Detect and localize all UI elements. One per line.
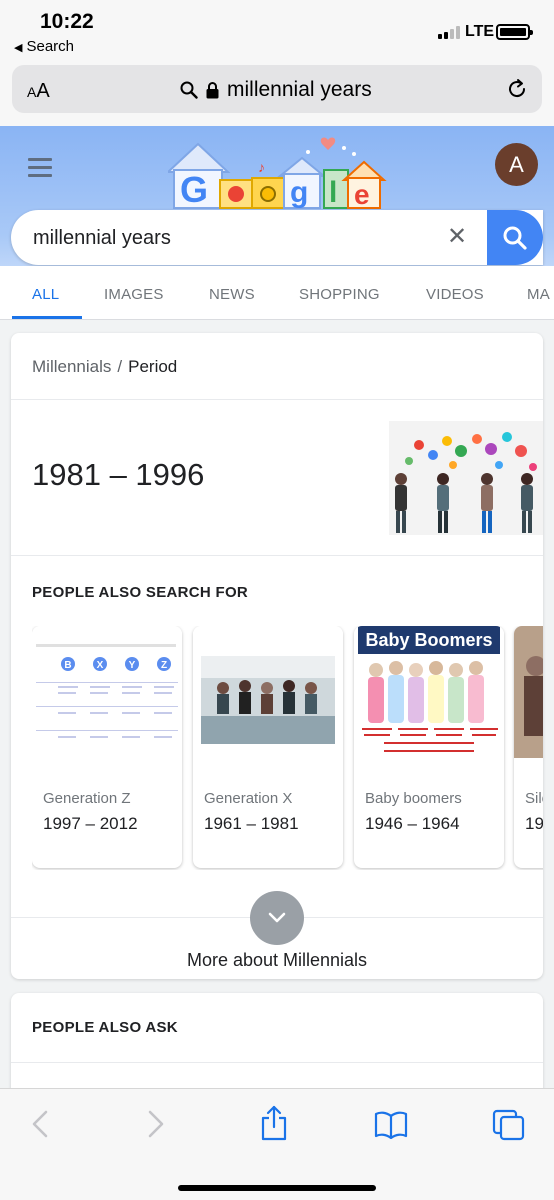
knowledge-card: Millennials / Period 1981 – 1996 PEOPLE AL… <box>11 333 543 979</box>
back-to-search-link[interactable]: ◀ Search <box>14 38 74 55</box>
back-icon[interactable] <box>30 1109 50 1144</box>
divider <box>11 555 543 556</box>
silent-generation-photo <box>514 626 543 758</box>
generation-x-photo <box>193 626 343 758</box>
genz-letter-b: B <box>64 660 71 671</box>
related-years: 192 <box>525 814 543 833</box>
breadcrumb: Millennials / Period <box>32 357 177 377</box>
search-icon <box>180 81 198 99</box>
forward-icon[interactable] <box>146 1109 166 1144</box>
breadcrumb-current: Period <box>128 357 178 376</box>
related-label: Baby boomers <box>365 790 462 807</box>
divider <box>11 1062 543 1063</box>
divider <box>11 399 543 400</box>
tab-maps[interactable]: MA <box>527 286 550 303</box>
related-card-silent-generation[interactable]: Silen 192 <box>514 626 543 868</box>
address-bar[interactable]: AA millennial years <box>12 65 542 113</box>
related-card-baby-boomers[interactable]: Baby Boomers Baby boomers 1946 – 1964 <box>354 626 504 868</box>
related-label: Generation X <box>204 790 293 807</box>
related-years: 1946 – 1964 <box>365 814 460 833</box>
browser-chrome: AA millennial years <box>0 62 554 126</box>
genz-letter-x: X <box>97 660 104 671</box>
tab-news[interactable]: NEWS <box>209 286 255 303</box>
network-type: LTE <box>465 23 495 40</box>
url-text: millennial years <box>227 78 372 101</box>
battery-icon <box>496 24 533 40</box>
breadcrumb-separator: / <box>117 357 123 376</box>
svg-text:e: e <box>354 179 370 210</box>
share-icon[interactable] <box>259 1105 289 1146</box>
search-box[interactable]: millennial years ✕ <box>11 210 543 265</box>
people-also-search-title: PEOPLE ALSO SEARCH FOR <box>32 584 249 601</box>
home-indicator[interactable] <box>178 1185 376 1191</box>
tab-shopping[interactable]: SHOPPING <box>299 286 380 303</box>
more-about-link[interactable]: More about Millennials <box>11 950 543 971</box>
related-card-generation-z[interactable]: B X Y Z Generation Z 1997 – 2012 <box>32 626 182 868</box>
baby-boomers-image: Baby Boomers <box>354 626 504 758</box>
google-doodle-logo[interactable]: G ♪ g l e <box>168 132 388 212</box>
tab-videos[interactable]: VIDEOS <box>426 286 484 303</box>
related-card-generation-x[interactable]: Generation X 1961 – 1981 <box>193 626 343 868</box>
related-years: 1961 – 1981 <box>204 814 299 833</box>
generation-chart-image: B X Y Z <box>32 626 182 758</box>
active-tab-indicator <box>12 316 82 319</box>
browser-toolbar <box>0 1088 554 1200</box>
genz-letter-y: Y <box>129 660 136 671</box>
lock-icon <box>206 81 219 98</box>
search-icon <box>503 226 527 250</box>
millennials-image[interactable] <box>389 421 543 535</box>
svg-text:♪: ♪ <box>258 159 265 175</box>
search-input[interactable]: millennial years <box>33 227 171 250</box>
svg-text:g: g <box>290 176 308 209</box>
url-display[interactable]: millennial years <box>180 78 372 102</box>
clock: 10:22 <box>40 10 94 33</box>
text-size-button[interactable]: AA <box>27 80 50 103</box>
baby-boomers-image-title: Baby Boomers <box>365 630 492 650</box>
search-tabs: ALL IMAGES NEWS SHOPPING VIDEOS MA <box>0 266 554 320</box>
tab-images[interactable]: IMAGES <box>104 286 164 303</box>
search-button[interactable] <box>487 210 543 265</box>
signal-icon <box>438 26 460 39</box>
breadcrumb-parent[interactable]: Millennials <box>32 357 111 376</box>
bookmarks-icon[interactable] <box>374 1111 408 1144</box>
tab-all[interactable]: ALL <box>32 286 59 303</box>
tabs-icon[interactable] <box>492 1109 526 1146</box>
related-label: Silen <box>525 790 543 807</box>
svg-text:l: l <box>329 176 337 209</box>
related-years: 1997 – 2012 <box>43 814 138 833</box>
chevron-down-icon <box>268 912 286 923</box>
svg-text:G: G <box>180 169 208 210</box>
people-also-ask-title: PEOPLE ALSO ASK <box>32 1019 178 1036</box>
answer-text: 1981 – 1996 <box>32 457 205 492</box>
account-avatar[interactable]: A <box>495 143 538 186</box>
expand-button[interactable] <box>250 891 304 945</box>
related-carousel[interactable]: B X Y Z Generation Z 1997 – 2012 Generat… <box>32 626 543 870</box>
back-label: Search <box>26 38 74 55</box>
reload-icon[interactable] <box>505 77 529 106</box>
back-triangle-icon: ◀ <box>14 42 23 54</box>
clear-search-button[interactable]: ✕ <box>447 225 467 249</box>
menu-icon[interactable] <box>28 158 52 182</box>
status-bar: 10:22 ◀ Search LTE <box>0 0 554 62</box>
genz-letter-z: Z <box>161 660 167 671</box>
related-label: Generation Z <box>43 790 131 807</box>
